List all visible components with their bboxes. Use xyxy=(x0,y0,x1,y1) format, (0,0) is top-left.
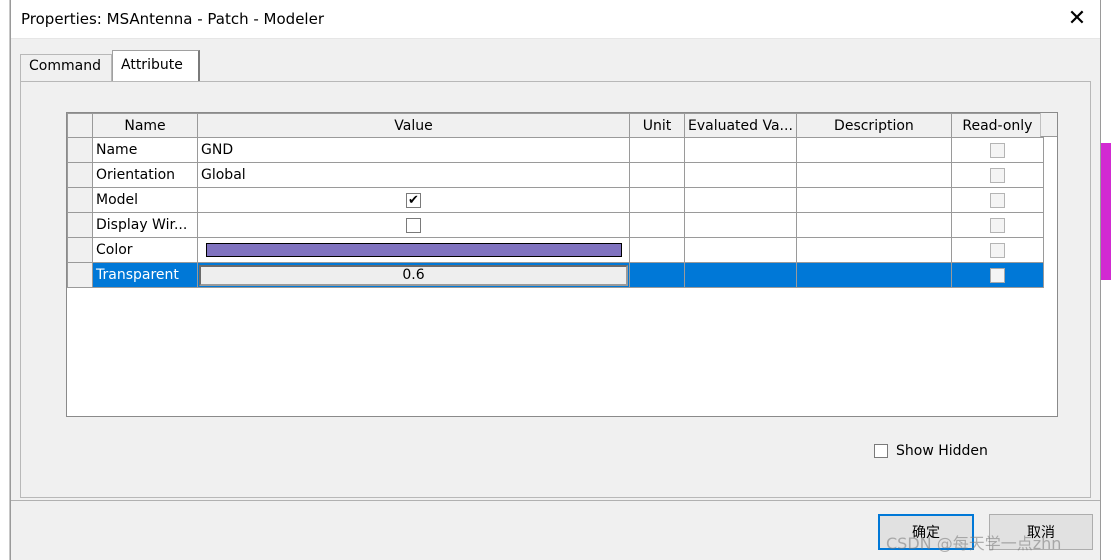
read-only-checkbox xyxy=(989,217,1005,233)
table-row-selected[interactable]: Transparent 0.6 xyxy=(67,262,1044,288)
header-row: Name Value Unit Evaluated Va... Descript… xyxy=(67,113,1044,138)
read-only-checkbox xyxy=(989,167,1005,183)
show-hidden-checkbox[interactable] xyxy=(874,444,888,458)
property-value-color xyxy=(197,237,630,263)
table-row[interactable]: Display Wir... xyxy=(67,212,1044,238)
table-row[interactable]: Name GND xyxy=(67,137,1044,163)
row-header[interactable] xyxy=(67,137,93,163)
title-bar: Properties: MSAntenna - Patch - Modeler … xyxy=(11,0,1100,39)
property-unit xyxy=(629,212,685,238)
property-unit xyxy=(629,237,685,263)
property-value-orientation[interactable]: Global xyxy=(197,162,630,188)
row-header-corner xyxy=(67,113,93,138)
read-only-cell xyxy=(950,162,1044,188)
attribute-panel: Name Value Unit Evaluated Va... Descript… xyxy=(20,81,1091,498)
property-unit xyxy=(629,137,685,163)
property-description xyxy=(795,137,952,163)
show-hidden-option[interactable]: Show Hidden xyxy=(874,443,988,459)
property-name: Model xyxy=(92,187,198,213)
property-unit xyxy=(629,187,685,213)
window-title: Properties: MSAntenna - Patch - Modeler xyxy=(21,10,324,28)
read-only-cell xyxy=(950,237,1044,263)
model-checkbox[interactable]: ✔ xyxy=(406,192,421,208)
property-value-display-wireframe xyxy=(197,212,630,238)
column-header-name[interactable]: Name xyxy=(92,113,198,138)
transparent-value-input[interactable]: 0.6 xyxy=(199,264,628,286)
property-value-transparent: 0.6 xyxy=(197,262,630,288)
show-hidden-label: Show Hidden xyxy=(896,443,988,459)
row-header[interactable] xyxy=(67,212,93,238)
properties-dialog: Properties: MSAntenna - Patch - Modeler … xyxy=(10,0,1101,560)
read-only-checkbox xyxy=(989,192,1005,208)
color-swatch[interactable] xyxy=(205,243,622,257)
row-header[interactable] xyxy=(67,237,93,263)
property-description xyxy=(795,162,952,188)
property-unit xyxy=(629,262,685,288)
read-only-cell xyxy=(950,137,1044,163)
property-evaluated-value xyxy=(684,237,797,263)
property-description xyxy=(795,212,952,238)
property-grid: Name Value Unit Evaluated Va... Descript… xyxy=(66,112,1058,417)
property-description xyxy=(795,262,952,288)
background-canvas-left xyxy=(0,0,10,560)
column-header-value[interactable]: Value xyxy=(197,113,630,138)
property-evaluated-value xyxy=(684,137,797,163)
close-icon[interactable]: ✕ xyxy=(1064,6,1090,32)
button-bar: 确定 取消 xyxy=(11,500,1100,560)
read-only-checkbox xyxy=(989,267,1005,283)
property-description xyxy=(795,237,952,263)
row-header[interactable] xyxy=(67,187,93,213)
property-value-name[interactable]: GND xyxy=(197,137,630,163)
header-scroll-stub xyxy=(1040,113,1057,137)
read-only-checkbox xyxy=(989,242,1005,258)
property-evaluated-value xyxy=(684,212,797,238)
column-header-unit[interactable]: Unit xyxy=(629,113,685,138)
background-model-shape xyxy=(1101,143,1111,280)
property-evaluated-value xyxy=(684,187,797,213)
property-table: Name Value Unit Evaluated Va... Descript… xyxy=(67,113,1044,288)
read-only-cell xyxy=(950,262,1044,288)
property-description xyxy=(795,187,952,213)
read-only-checkbox xyxy=(989,142,1005,158)
row-header[interactable] xyxy=(67,162,93,188)
table-row[interactable]: Model ✔ xyxy=(67,187,1044,213)
property-name: Display Wir... xyxy=(92,212,198,238)
property-name: Name xyxy=(92,137,198,163)
row-header[interactable] xyxy=(67,262,93,288)
column-header-evaluated-value[interactable]: Evaluated Va... xyxy=(684,113,797,138)
property-name: Orientation xyxy=(92,162,198,188)
tab-command[interactable]: Command xyxy=(20,54,112,81)
read-only-cell xyxy=(950,212,1044,238)
column-header-read-only[interactable]: Read-only xyxy=(950,113,1044,138)
display-wireframe-checkbox[interactable] xyxy=(406,217,421,233)
tab-attribute[interactable]: Attribute xyxy=(112,50,200,81)
property-evaluated-value xyxy=(684,262,797,288)
property-value-model: ✔ xyxy=(197,187,630,213)
property-name: Color xyxy=(92,237,198,263)
cancel-button[interactable]: 取消 xyxy=(989,514,1093,550)
property-name: Transparent xyxy=(92,262,198,288)
property-evaluated-value xyxy=(684,162,797,188)
ok-button[interactable]: 确定 xyxy=(878,514,974,550)
table-row[interactable]: Orientation Global xyxy=(67,162,1044,188)
property-unit xyxy=(629,162,685,188)
column-header-description[interactable]: Description xyxy=(795,113,952,138)
table-row[interactable]: Color xyxy=(67,237,1044,263)
background-canvas-right xyxy=(1101,0,1111,560)
read-only-cell xyxy=(950,187,1044,213)
